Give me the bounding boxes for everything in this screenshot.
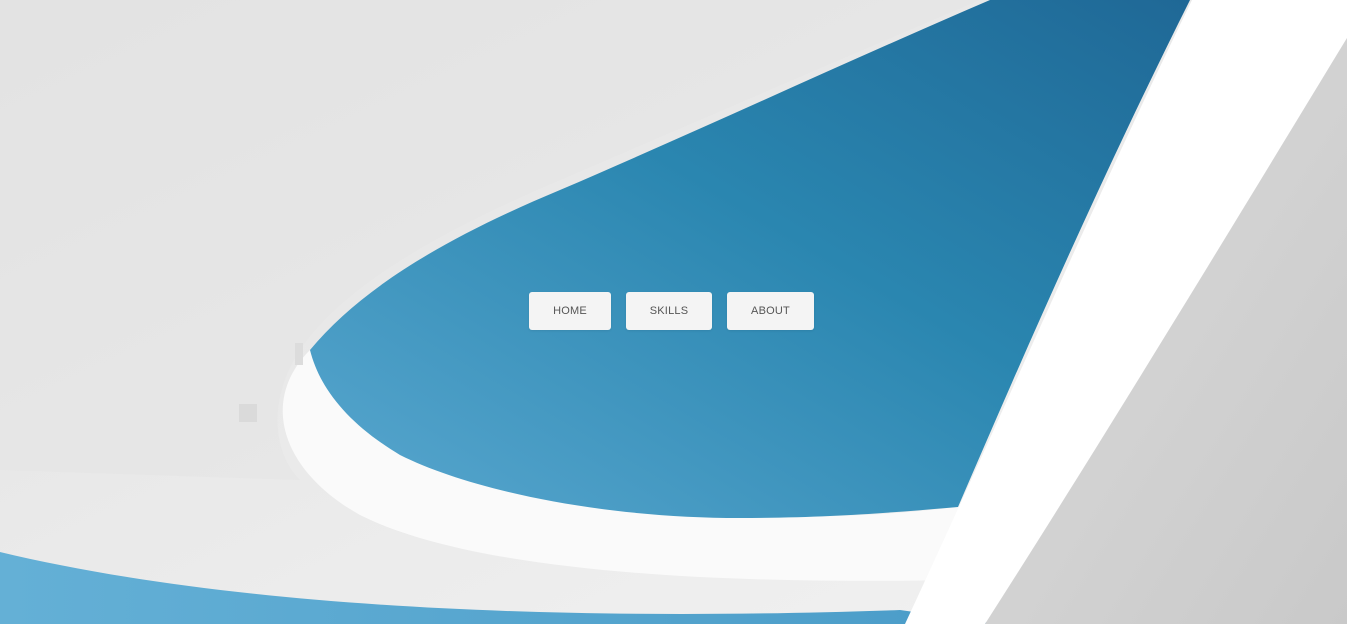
hero-section: HOME SKILLS ABOUT xyxy=(0,0,1347,624)
nav-skills-button[interactable]: SKILLS xyxy=(626,292,712,330)
concrete-mark xyxy=(239,404,257,422)
main-navigation: HOME SKILLS ABOUT xyxy=(529,292,814,330)
nav-about-button[interactable]: ABOUT xyxy=(727,292,814,330)
concrete-mark xyxy=(295,343,303,365)
nav-home-button[interactable]: HOME xyxy=(529,292,611,330)
